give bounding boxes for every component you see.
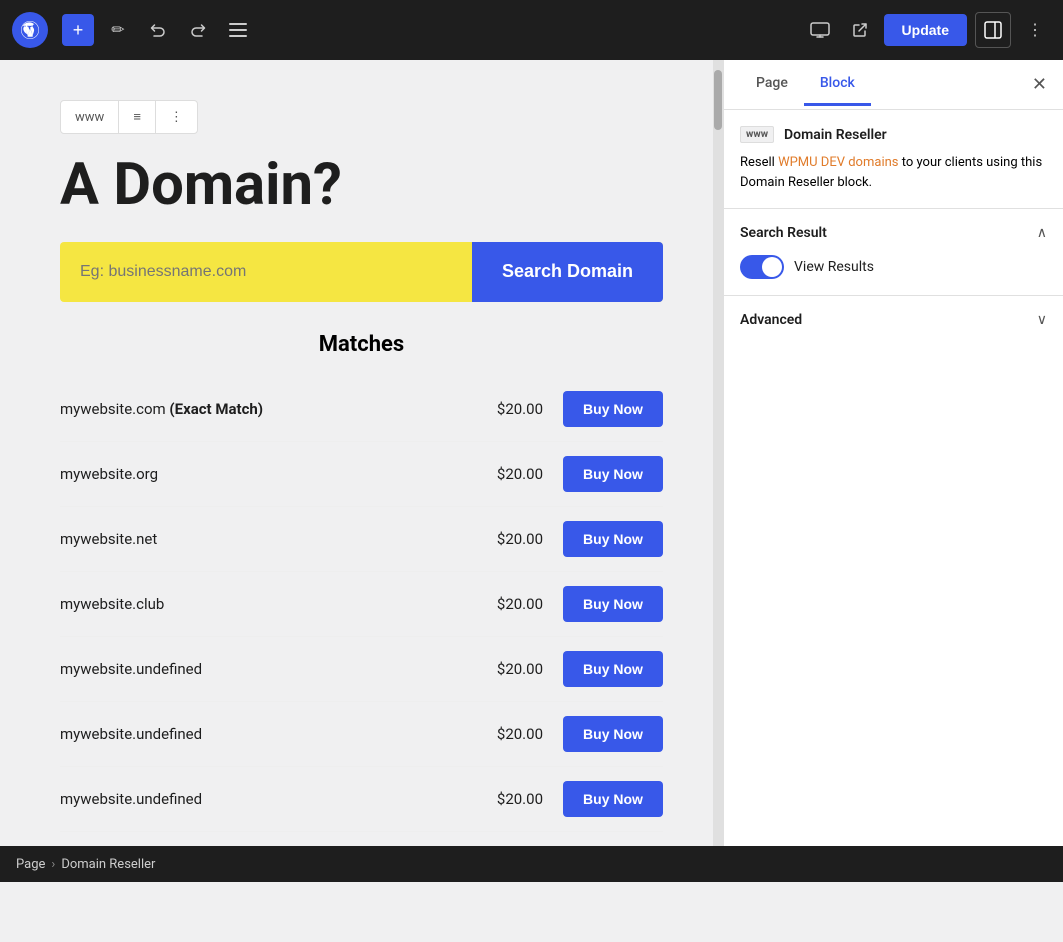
search-result-header[interactable]: Search Result ∧ <box>740 225 1047 241</box>
buy-now-button[interactable]: Buy Now <box>563 391 663 427</box>
table-row: mywebsite.club $20.00 Buy Now <box>60 572 663 637</box>
domain-name: mywebsite.undefined <box>60 790 473 808</box>
domain-price: $20.00 <box>473 595 543 613</box>
table-row: mywebsite.net $20.00 Buy Now <box>60 507 663 572</box>
breadcrumb-domain-reseller[interactable]: Domain Reseller <box>61 857 155 872</box>
sidebar-close-button[interactable]: ✕ <box>1032 74 1047 95</box>
search-result-title: Search Result <box>740 225 827 241</box>
advanced-header[interactable]: Advanced ∨ <box>740 312 1047 328</box>
tab-page[interactable]: Page <box>740 63 804 106</box>
scrollbar-thumb[interactable] <box>714 70 722 130</box>
main-layout: www ≡ ⋮ A Domain? Search Domain Matches … <box>0 60 1063 882</box>
wpmu-dev-link[interactable]: WPMU DEV domains <box>778 155 898 170</box>
buy-now-button[interactable]: Buy Now <box>563 651 663 687</box>
block-www-handle[interactable]: www <box>61 101 119 133</box>
domain-name: mywebsite.com (Exact Match) <box>60 400 473 418</box>
wp-logo-icon[interactable] <box>12 12 48 48</box>
domain-name: mywebsite.net <box>60 530 473 548</box>
sidebar-toggle-button[interactable] <box>975 12 1011 48</box>
external-link-button[interactable] <box>844 14 876 46</box>
chevron-up-icon: ∧ <box>1037 225 1047 241</box>
advanced-title: Advanced <box>740 312 802 328</box>
www-badge: www <box>740 126 774 143</box>
breadcrumb-page[interactable]: Page <box>16 857 45 872</box>
view-results-row: View Results <box>740 255 1047 279</box>
undo-button[interactable] <box>142 14 174 46</box>
block-title: Domain Reseller <box>784 127 887 143</box>
main-toolbar: + ✏ Update ⋮ <box>0 0 1063 60</box>
block-info-header: www Domain Reseller <box>740 126 1047 143</box>
domain-name: mywebsite.undefined <box>60 660 473 678</box>
preview-monitor-button[interactable] <box>804 14 836 46</box>
buy-now-button[interactable]: Buy Now <box>563 586 663 622</box>
toolbar-right: Update ⋮ <box>804 12 1051 48</box>
table-row: mywebsite.com (Exact Match) $20.00 Buy N… <box>60 377 663 442</box>
right-sidebar: Page Block ✕ www Domain Reseller Resell … <box>723 60 1063 882</box>
view-results-label: View Results <box>794 259 874 275</box>
block-info-section: www Domain Reseller Resell WPMU DEV doma… <box>724 110 1063 209</box>
scrollbar-track <box>713 60 723 882</box>
chevron-down-icon: ∨ <box>1037 312 1047 328</box>
view-results-toggle[interactable] <box>740 255 784 279</box>
domain-name: mywebsite.undefined <box>60 725 473 743</box>
domain-name: mywebsite.org <box>60 465 473 483</box>
toggle-knob <box>762 257 782 277</box>
update-button[interactable]: Update <box>884 14 967 46</box>
buy-now-button[interactable]: Buy Now <box>563 456 663 492</box>
list-view-button[interactable] <box>222 14 254 46</box>
domain-price: $20.00 <box>473 400 543 418</box>
block-description: Resell WPMU DEV domains to your clients … <box>740 153 1047 192</box>
domain-search-input[interactable] <box>60 242 472 302</box>
buy-now-button[interactable]: Buy Now <box>563 781 663 817</box>
breadcrumb: Page › Domain Reseller <box>0 846 1063 882</box>
domain-price: $20.00 <box>473 725 543 743</box>
table-row: mywebsite.undefined $20.00 Buy Now <box>60 702 663 767</box>
more-options-button[interactable]: ⋮ <box>1019 14 1051 46</box>
breadcrumb-separator: › <box>51 857 55 872</box>
sidebar-header: Page Block ✕ <box>724 60 1063 110</box>
domain-price: $20.00 <box>473 530 543 548</box>
table-row: mywebsite.undefined $20.00 Buy Now <box>60 637 663 702</box>
matches-title: Matches <box>60 332 663 357</box>
search-result-section: Search Result ∧ View Results <box>724 209 1063 296</box>
domain-price: $20.00 <box>473 790 543 808</box>
search-domain-button[interactable]: Search Domain <box>472 242 663 302</box>
block-more-handle[interactable]: ⋮ <box>156 101 197 133</box>
domain-name: mywebsite.club <box>60 595 473 613</box>
block-move-handle[interactable]: ≡ <box>119 101 156 133</box>
page-heading: A Domain? <box>60 154 663 218</box>
tab-block[interactable]: Block <box>804 63 871 106</box>
buy-now-button[interactable]: Buy Now <box>563 521 663 557</box>
add-block-button[interactable]: + <box>62 14 94 46</box>
block-toolbar: www ≡ ⋮ <box>60 100 198 134</box>
redo-button[interactable] <box>182 14 214 46</box>
buy-now-button[interactable]: Buy Now <box>563 716 663 752</box>
domain-price: $20.00 <box>473 660 543 678</box>
domain-price: $20.00 <box>473 465 543 483</box>
domain-list: mywebsite.com (Exact Match) $20.00 Buy N… <box>60 377 663 832</box>
table-row: mywebsite.org $20.00 Buy Now <box>60 442 663 507</box>
table-row: mywebsite.undefined $20.00 Buy Now <box>60 767 663 832</box>
edit-icon[interactable]: ✏ <box>102 14 134 46</box>
advanced-section: Advanced ∨ <box>724 296 1063 344</box>
editor-area: www ≡ ⋮ A Domain? Search Domain Matches … <box>0 60 723 882</box>
search-bar: Search Domain <box>60 242 663 302</box>
